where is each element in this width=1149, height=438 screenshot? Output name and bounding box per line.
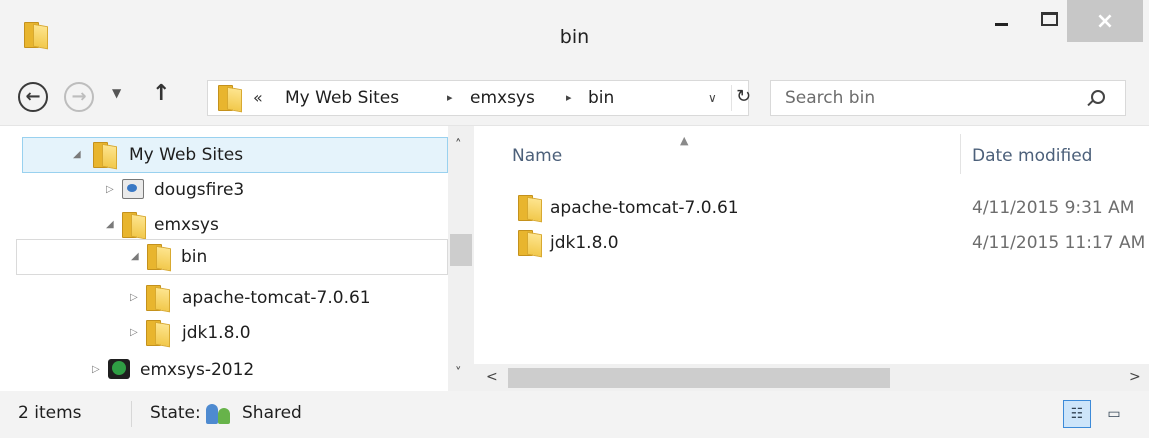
back-button[interactable]: ← [18, 82, 48, 112]
details-view-button[interactable]: ☷ [1063, 400, 1091, 428]
file-date-modified: 4/11/2015 9:31 AM [972, 198, 1135, 218]
tree-collapse-icon[interactable]: ▷ [130, 292, 138, 303]
divider [731, 85, 732, 111]
tree-item-jdk[interactable]: ▷ jdk1.8.0 [22, 316, 448, 352]
tree-item-bin[interactable]: ◢ bin [16, 239, 448, 275]
tree-expand-icon[interactable]: ◢ [131, 251, 139, 262]
folder-icon [146, 320, 170, 348]
refresh-icon[interactable]: ↻ [736, 86, 751, 107]
title-bar: bin × [0, 0, 1149, 72]
tree-item-my-web-sites[interactable]: ◢ My Web Sites [22, 137, 448, 173]
scroll-down-icon[interactable]: ˅ [455, 366, 462, 381]
tree-item-label: jdk1.8.0 [182, 323, 251, 343]
file-row[interactable]: apache-tomcat-7.0.61 4/11/2015 9:31 AM [512, 191, 1149, 225]
file-row[interactable]: jdk1.8.0 4/11/2015 11:17 AM [512, 226, 1149, 260]
divider [131, 401, 132, 427]
sort-ascending-icon: ▲ [680, 134, 689, 147]
state-value: Shared [242, 403, 302, 423]
breadcrumb-bin[interactable]: bin [588, 88, 614, 108]
iis-site-icon [108, 359, 130, 379]
navigation-pane: ◢ My Web Sites ▷ dougsfire3 ◢ emxsys ◢ b… [0, 126, 474, 392]
arrow-left-icon: ← [25, 86, 41, 107]
status-bar: 2 items State: Shared ☷ ▭ [0, 391, 1149, 438]
column-divider[interactable] [960, 134, 961, 174]
content-area: ◢ My Web Sites ▷ dougsfire3 ◢ emxsys ◢ b… [0, 125, 1149, 392]
tree-item-label: apache-tomcat-7.0.61 [182, 288, 371, 308]
navigation-pane-scrollbar[interactable]: ˄ ˅ [448, 126, 474, 392]
address-bar[interactable]: « My Web Sites ▸ emxsys ▸ bin ∨ ↻ [207, 80, 751, 116]
tree-item-label: bin [181, 247, 208, 267]
up-button[interactable]: ↑ [152, 81, 170, 106]
address-dropdown-icon[interactable]: ∨ [708, 91, 717, 105]
chevron-right-icon[interactable]: ▸ [447, 91, 453, 104]
folder-icon [122, 212, 146, 240]
state-label: State: [150, 403, 201, 423]
folder-icon [93, 142, 117, 170]
item-count: 2 items [18, 403, 82, 423]
close-icon: × [1095, 8, 1115, 34]
file-list: ▲ Name Date modified apache-tomcat-7.0.6… [474, 126, 1149, 392]
tree-collapse-icon[interactable]: ▷ [106, 184, 114, 195]
forward-button[interactable]: → [64, 82, 94, 112]
column-header-name[interactable]: Name [512, 146, 562, 166]
folder-icon [147, 244, 171, 272]
tree-item-label: emxsys [154, 215, 219, 235]
maximize-icon [1040, 12, 1058, 26]
tree-item-label: dougsfire3 [154, 180, 245, 200]
arrow-up-icon: ↑ [152, 81, 171, 106]
search-icon[interactable] [1091, 90, 1105, 104]
folder-icon [218, 85, 242, 113]
tree-item-label: emxsys-2012 [140, 360, 255, 380]
minimize-icon [994, 22, 1008, 26]
recent-locations-button[interactable]: ▼ [112, 86, 121, 100]
web-folder-icon [122, 179, 144, 199]
tree-collapse-icon[interactable]: ▷ [92, 364, 100, 375]
chevron-down-icon: ▼ [112, 86, 122, 100]
scroll-thumb[interactable] [508, 368, 890, 388]
scroll-right-icon[interactable]: > [1129, 369, 1141, 385]
chevron-right-icon[interactable]: ▸ [566, 91, 572, 104]
details-view-icon: ☷ [1070, 406, 1084, 422]
navigation-bar: ← → ▼ ↑ « My Web Sites ▸ emxsys ▸ bin ∨ … [0, 72, 1149, 125]
scroll-up-icon[interactable]: ˄ [455, 138, 462, 153]
breadcrumb-overflow[interactable]: « [253, 88, 263, 107]
folder-icon [146, 285, 170, 313]
tree-item-emxsys-2012[interactable]: ▷ emxsys-2012 [22, 353, 448, 389]
breadcrumb-emxsys[interactable]: emxsys [470, 88, 535, 108]
large-icons-view-button[interactable]: ▭ [1100, 400, 1128, 428]
scroll-thumb[interactable] [450, 234, 472, 266]
file-name: apache-tomcat-7.0.61 [550, 198, 739, 218]
file-date-modified: 4/11/2015 11:17 AM [972, 233, 1146, 253]
horizontal-scrollbar[interactable]: < > [474, 364, 1149, 392]
folder-icon [518, 195, 542, 223]
breadcrumb-my-web-sites[interactable]: My Web Sites [285, 88, 399, 108]
minimize-button[interactable] [976, 0, 1026, 38]
tree-expand-icon[interactable]: ◢ [73, 149, 81, 160]
tree-item-dougsfire3[interactable]: ▷ dougsfire3 [22, 173, 448, 209]
close-button[interactable]: × [1067, 0, 1143, 42]
large-icons-view-icon: ▭ [1107, 406, 1121, 422]
search-box[interactable] [770, 80, 1126, 116]
tree-expand-icon[interactable]: ◢ [106, 219, 114, 230]
shared-users-icon [206, 404, 234, 424]
arrow-right-icon: → [71, 86, 87, 107]
tree-item-apache-tomcat[interactable]: ▷ apache-tomcat-7.0.61 [22, 281, 448, 317]
tree-item-label: My Web Sites [129, 145, 244, 165]
folder-icon [518, 230, 542, 258]
file-name: jdk1.8.0 [550, 233, 619, 253]
scroll-left-icon[interactable]: < [486, 369, 498, 385]
search-input[interactable] [771, 81, 1081, 115]
column-header-date-modified[interactable]: Date modified [972, 146, 1092, 166]
tree-collapse-icon[interactable]: ▷ [130, 327, 138, 338]
